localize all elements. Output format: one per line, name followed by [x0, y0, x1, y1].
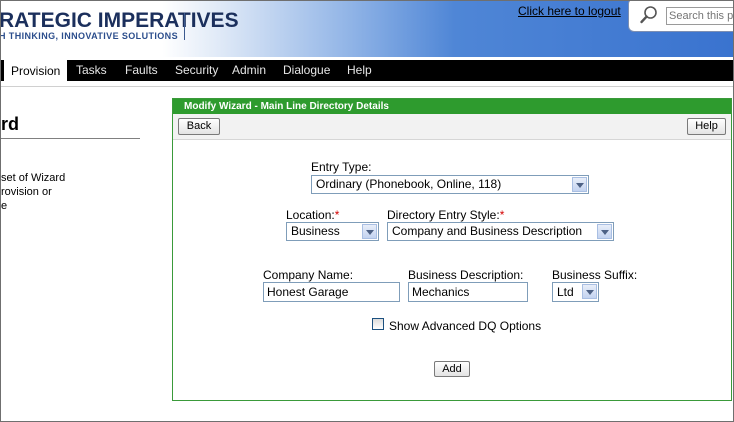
advanced-dq-checkbox[interactable] [372, 318, 384, 330]
logo-title: RATEGIC IMPERATIVES [0, 9, 239, 32]
entry-type-value: Ordinary (Phonebook, Online, 118) [316, 177, 502, 191]
location-select[interactable]: Business [286, 222, 379, 241]
help-button[interactable]: Help [687, 118, 726, 135]
required-marker: * [334, 208, 340, 222]
nav-provision[interactable]: Provision [4, 60, 68, 82]
chevron-down-icon [582, 284, 597, 299]
panel-title: Modify Wizard - Main Line Directory Deta… [184, 101, 389, 112]
nav-admin[interactable]: Admin [232, 60, 266, 81]
add-button[interactable]: Add [434, 361, 470, 377]
business-description-label: Business Description: [408, 268, 524, 282]
wizard-description-line-2: rovision or [1, 186, 52, 198]
required-marker: * [499, 208, 505, 222]
nav-tasks[interactable]: Tasks [76, 60, 107, 81]
business-suffix-value: Ltd [557, 285, 574, 299]
nav-dialogue[interactable]: Dialogue [283, 60, 330, 81]
business-suffix-label: Business Suffix: [552, 268, 638, 282]
panel-toolbar: Back Help [173, 114, 731, 140]
entry-style-label: Directory Entry Style:* [387, 208, 505, 222]
location-label: Location:* [286, 208, 340, 222]
wizard-heading: rd [1, 114, 19, 134]
chevron-down-icon [572, 177, 587, 192]
logo-tagline: H THINKING, INNOVATIVE SOLUTIONS [0, 31, 178, 41]
back-button[interactable]: Back [178, 118, 220, 135]
business-description-field[interactable] [408, 282, 528, 302]
entry-type-label: Entry Type: [311, 160, 372, 174]
wizard-panel: Modify Wizard - Main Line Directory Deta… [172, 98, 732, 401]
nav-faults[interactable]: Faults [125, 60, 158, 81]
main-nav: Provision Tasks Faults Security Admin Di… [1, 60, 733, 82]
wizard-description-line-3: e [1, 200, 8, 212]
nav-help[interactable]: Help [347, 60, 372, 81]
nav-divider [1, 86, 733, 87]
entry-style-value: Company and Business Description [392, 224, 583, 238]
logout-link[interactable]: Click here to logout [518, 4, 621, 18]
company-name-field[interactable] [263, 282, 400, 302]
browser-frame: RATEGIC IMPERATIVES H THINKING, INNOVATI… [0, 0, 734, 422]
chevron-down-icon [362, 224, 377, 239]
location-value: Business [291, 224, 340, 238]
search-box [628, 1, 733, 32]
chevron-down-icon [597, 224, 612, 239]
search-input[interactable] [666, 7, 733, 25]
entry-style-select[interactable]: Company and Business Description [387, 222, 614, 241]
advanced-dq-label: Show Advanced DQ Options [389, 319, 542, 333]
wizard-description-line-1: set of Wizard [1, 172, 66, 184]
panel-title-bar: Modify Wizard - Main Line Directory Deta… [173, 99, 731, 114]
heading-rule [1, 138, 140, 139]
business-suffix-select[interactable]: Ltd [552, 282, 599, 302]
site-header: RATEGIC IMPERATIVES H THINKING, INNOVATI… [1, 1, 733, 57]
entry-type-select[interactable]: Ordinary (Phonebook, Online, 118) [311, 175, 589, 194]
company-name-label: Company Name: [263, 268, 354, 282]
nav-security[interactable]: Security [175, 60, 218, 81]
logo-divider [184, 13, 185, 40]
search-icon[interactable] [639, 5, 659, 25]
